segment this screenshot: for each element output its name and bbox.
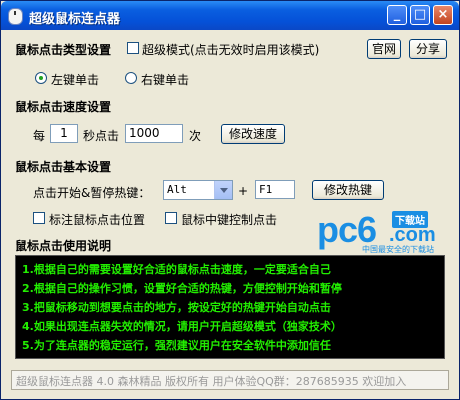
- instruction-line: 3.把鼠标移动到想要点击的地方，按设定好的热键开始自动点击: [22, 301, 331, 314]
- status-bar: 超级鼠标连点器 4.0 森林精品 版权所有 用户体验QQ群：287685935 …: [11, 370, 449, 390]
- plus-label: +: [238, 184, 249, 198]
- modifier-value: Alt: [167, 183, 187, 196]
- app-window: 超级鼠标连点器 _ □ × 鼠标点击类型设置 超级模式(点击无效时启用该模式) …: [0, 0, 460, 400]
- seconds-click-label: 秒点击: [83, 129, 120, 143]
- left-click-label: 左键单击: [51, 73, 100, 87]
- instruction-line: 5.为了连点器的稳定运行，强烈建议用户在安全软件中添加信任: [22, 339, 331, 352]
- instructions-heading: 鼠标点击使用说明: [15, 239, 112, 253]
- instruction-line: 4.如果出现连点器失效的情况，请用户开启超级模式（独家技术）: [22, 320, 342, 333]
- minimize-button[interactable]: _: [387, 5, 407, 25]
- maximize-button[interactable]: □: [410, 5, 430, 25]
- main-panel: 鼠标点击类型设置 超级模式(点击无效时启用该模式) 官网 分享 左键单击 右键单…: [5, 31, 455, 397]
- website-button[interactable]: 官网: [367, 39, 401, 59]
- window-title: 超级鼠标连点器: [29, 12, 121, 27]
- left-click-radio[interactable]: [35, 72, 47, 84]
- logo-tagline: 中国最安全的下载站: [362, 245, 434, 254]
- hotkey-label: 点击开始&暂停热键：: [33, 186, 151, 200]
- speed-heading: 鼠标点击速度设置: [15, 100, 112, 114]
- click-count-input[interactable]: 1000: [125, 124, 183, 143]
- super-mode-label: 超级模式(点击无效时启用该模式): [142, 43, 320, 57]
- close-button[interactable]: ×: [433, 5, 453, 25]
- chevron-down-icon[interactable]: [214, 181, 232, 199]
- middle-click-checkbox[interactable]: [165, 212, 177, 224]
- middle-click-label: 鼠标中键控制点击: [181, 213, 278, 227]
- instruction-line: 1.根据自己的需要设置好合适的鼠标点击速度，一定要适合自己: [22, 263, 331, 276]
- share-button[interactable]: 分享: [409, 39, 447, 59]
- title-bar[interactable]: 超级鼠标连点器 _ □ ×: [1, 1, 459, 30]
- mark-position-checkbox[interactable]: [33, 212, 45, 224]
- times-label: 次: [189, 129, 202, 143]
- right-click-label: 右键单击: [141, 73, 190, 87]
- hotkey-input[interactable]: F1: [255, 180, 295, 199]
- instruction-line: 2.根据自己的操作习惯，设置好合适的热键，方便控制开始和暂停: [22, 282, 342, 295]
- mouse-icon: [8, 8, 23, 25]
- modify-speed-button[interactable]: 修改速度: [221, 124, 285, 144]
- click-type-heading: 鼠标点击类型设置: [15, 43, 112, 57]
- super-mode-checkbox[interactable]: [127, 42, 139, 54]
- per-label: 每: [33, 129, 46, 143]
- seconds-input[interactable]: 1: [50, 124, 78, 143]
- instructions-panel: 1.根据自己的需要设置好合适的鼠标点击速度，一定要适合自己 2.根据自己的操作习…: [15, 255, 445, 359]
- right-click-radio[interactable]: [125, 72, 137, 84]
- status-text: 超级鼠标连点器 4.0 森林精品 版权所有 用户体验QQ群：287685935 …: [16, 375, 407, 388]
- pc6-logo: pc6 下载站 .com 中国最安全的下载站: [317, 209, 447, 255]
- basic-settings-heading: 鼠标点击基本设置: [15, 160, 112, 174]
- modify-hotkey-button[interactable]: 修改热键: [312, 180, 384, 200]
- mark-position-label: 标注鼠标点击位置: [49, 213, 146, 227]
- modifier-select[interactable]: Alt: [163, 180, 233, 200]
